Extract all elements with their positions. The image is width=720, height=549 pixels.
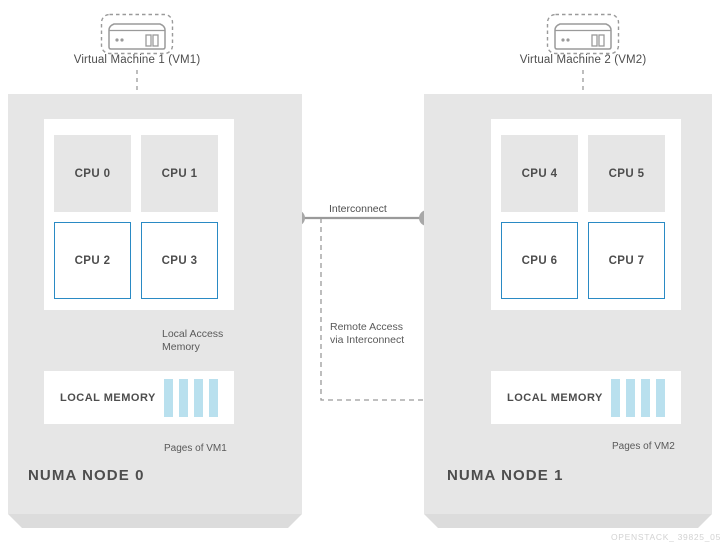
cpu-box-cpu-1[interactable]: CPU 1 — [141, 135, 218, 212]
local-access-memory-note: Local Access Memory — [162, 328, 224, 354]
cpu-label: CPU 5 — [608, 167, 645, 180]
pages-of-vm2-label: Pages of VM2 — [612, 441, 675, 452]
cpu-box-cpu-0[interactable]: CPU 0 — [54, 135, 131, 212]
memory-pages-vm2 — [611, 378, 665, 417]
cpu-box-cpu-4[interactable]: CPU 4 — [501, 135, 578, 212]
page-bar — [209, 378, 218, 417]
cpu-box-cpu-6[interactable]: CPU 6 — [501, 222, 578, 299]
vm1-icon-wrap — [100, 12, 174, 56]
server-icon — [546, 13, 620, 55]
page-bar — [656, 378, 665, 417]
numa-node-0-title: NUMA NODE 0 — [28, 467, 145, 484]
page-bar — [179, 378, 188, 417]
cpu-box-cpu-3[interactable]: CPU 3 — [141, 222, 218, 299]
pages-of-vm1-label: Pages of VM1 — [164, 443, 227, 454]
page-bar — [611, 378, 620, 417]
local-memory-label: LOCAL MEMORY — [507, 391, 603, 404]
local-memory-label: LOCAL MEMORY — [60, 391, 156, 404]
vm2-icon-wrap — [546, 12, 620, 56]
numa-node-1-local-memory[interactable]: LOCAL MEMORY — [491, 371, 681, 424]
page-bar — [194, 378, 203, 417]
numa1-base-3d — [424, 514, 712, 528]
footer-asset-code: OPENSTACK_ 39825_0516 — [611, 532, 720, 542]
numa-topology-diagram: CPU 0 CPU 1 CPU 2 CPU 3 LOCAL MEMORY Loc… — [0, 0, 720, 549]
numa-node-0-local-memory[interactable]: LOCAL MEMORY — [44, 371, 234, 424]
cpu-label: CPU 0 — [74, 167, 111, 180]
cpu-box-cpu-5[interactable]: CPU 5 — [588, 135, 665, 212]
page-bar — [164, 378, 173, 417]
cpu-label: CPU 2 — [74, 254, 111, 267]
memory-pages-vm1 — [164, 378, 218, 417]
cpu-label: CPU 3 — [161, 254, 198, 267]
vm1-label: Virtual Machine 1 (VM1) — [73, 54, 201, 66]
cpu-label: CPU 1 — [161, 167, 198, 180]
page-bar — [626, 378, 635, 417]
cpu-label: CPU 7 — [608, 254, 645, 267]
cpu-box-cpu-7[interactable]: CPU 7 — [588, 222, 665, 299]
interconnect-label: Interconnect — [329, 203, 387, 215]
numa-node-1-title: NUMA NODE 1 — [447, 467, 564, 484]
page-bar — [641, 378, 650, 417]
vm2-label: Virtual Machine 2 (VM2) — [519, 54, 647, 66]
cpu-label: CPU 6 — [521, 254, 558, 267]
cpu-label: CPU 4 — [521, 167, 558, 180]
server-icon — [100, 13, 174, 55]
remote-access-note: Remote Access via Interconnect — [330, 321, 405, 347]
cpu-box-cpu-2[interactable]: CPU 2 — [54, 222, 131, 299]
numa0-base-3d — [8, 514, 302, 528]
